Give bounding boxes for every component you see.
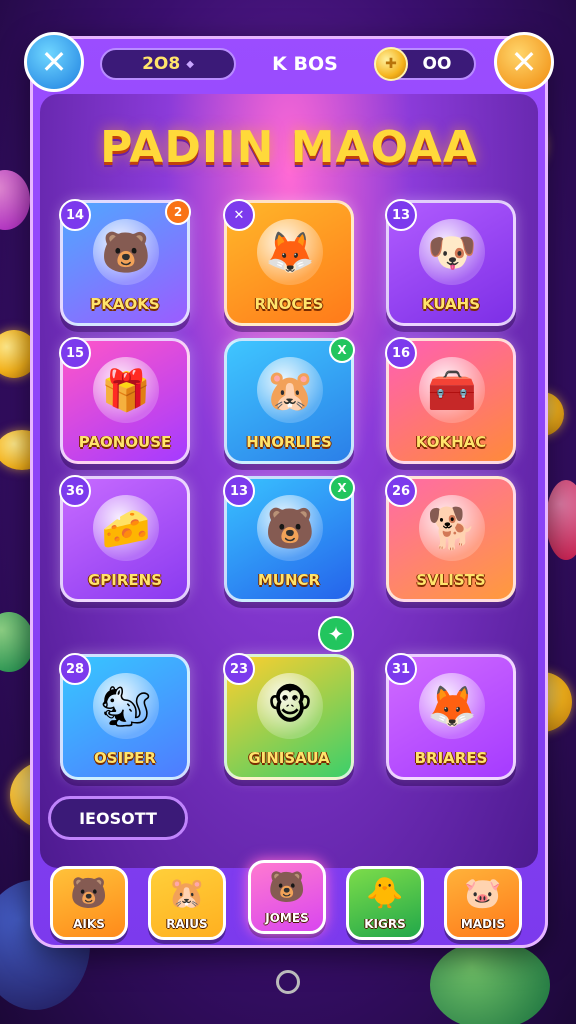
level-tile[interactable]: 15 🎁 PAONOUSE <box>59 337 190 464</box>
game-panel: ✕ 2O8 ◆ K BOS ✚ OO ✕ PADIIN MAOAA 14 2 🐻 PK… <box>24 32 554 948</box>
background-balloon <box>0 612 34 672</box>
score-value: 2O8 <box>142 54 181 74</box>
level-tile[interactable]: ✕ 🦊 RNOCES <box>223 199 354 326</box>
level-badge: 36 <box>59 475 91 507</box>
level-tile[interactable]: 28 🐿 OSIPER <box>59 653 190 780</box>
coin-value: OO <box>422 54 452 74</box>
level-badge: 31 <box>385 653 417 685</box>
nav-item[interactable]: 🐹 RAIUS <box>148 866 226 940</box>
bottom-ribbon: IEOSOTT <box>48 796 188 840</box>
level-tile[interactable]: 14 2 🐻 PKAOKS <box>59 199 191 326</box>
squirrel-icon: 🐿 <box>93 673 159 739</box>
monkey-icon: 🐵 <box>257 673 323 739</box>
level-label: GPIRENS <box>87 571 163 589</box>
level-tile[interactable]: 31 🦊 BRIARES <box>385 653 516 780</box>
bear-face-icon: 🐻 <box>70 875 108 911</box>
corner-badge: 2 <box>165 199 191 225</box>
mole-icon: 🐻 <box>257 495 323 561</box>
fox-icon: 🦊 <box>257 219 323 285</box>
sparkle-icon[interactable]: ✦ <box>318 616 354 652</box>
hamster-face-icon: 🐹 <box>168 875 206 911</box>
caret-icon: ◆ <box>186 58 194 70</box>
level-label: KOKHAC <box>415 433 487 451</box>
level-tile[interactable]: 23 🐵 GINISAUA <box>223 653 354 780</box>
game-title: PADIIN MAOAA <box>100 122 478 173</box>
home-indicator[interactable] <box>276 970 300 994</box>
mole-face-icon: 🐻 <box>268 869 306 905</box>
level-badge: 23 <box>223 653 255 685</box>
level-badge: ✕ <box>223 199 255 231</box>
level-badge: 13 <box>385 199 417 231</box>
level-label: GINISAUA <box>248 749 330 767</box>
fox-cub-icon: 🦊 <box>419 673 485 739</box>
level-label: RNOCES <box>254 295 324 313</box>
hamster-icon: 🐹 <box>257 357 323 423</box>
background-balloon <box>546 480 576 560</box>
pig-face-icon: 🐷 <box>464 875 502 911</box>
blocks-icon: 🐶 <box>419 219 485 285</box>
top-bar: ✕ 2O8 ◆ K BOS ✚ OO ✕ <box>24 32 554 98</box>
cheese-icon: 🧀 <box>93 495 159 561</box>
nav-label: RAIUS <box>166 917 208 931</box>
background-balloon <box>430 940 550 1024</box>
level-tile[interactable]: X 🐹 HNORLIES <box>224 337 355 464</box>
level-tile[interactable]: 26 🐕 SVLISTS <box>385 475 516 602</box>
bottom-nav: 🐻 AIKS 🐹 RAIUS 🐻 JOMES 🐥 KIGRS 🐷 MADIS <box>46 860 532 944</box>
level-tile[interactable]: 13 🐶 KUAHS <box>385 199 516 326</box>
nav-label: MADIS <box>460 917 506 931</box>
corner-badge: X <box>329 337 355 363</box>
level-label: OSIPER <box>94 749 156 767</box>
gift-icon: 🎁 <box>93 357 159 423</box>
cross-icon: ✕ <box>510 43 538 81</box>
score-counter: 2O8 ◆ <box>100 48 236 80</box>
nav-item[interactable]: 🐷 MADIS <box>444 866 522 940</box>
chihuahua-icon: 🐕 <box>419 495 485 561</box>
nav-label: JOMES <box>265 911 309 925</box>
close-button[interactable]: ✕ <box>24 32 84 92</box>
chick-face-icon: 🐥 <box>366 875 404 911</box>
treasure-chest-icon: 🧰 <box>419 357 485 423</box>
nav-label: AIKS <box>73 917 105 931</box>
level-badge: 26 <box>385 475 417 507</box>
nav-item[interactable]: 🐻 AIKS <box>50 866 128 940</box>
close-icon: ✕ <box>40 43 68 81</box>
level-tile[interactable]: 36 🧀 GPIRENS <box>59 475 190 602</box>
background-balloon <box>0 170 30 230</box>
level-tile[interactable]: 16 🧰 KOKHAC <box>385 337 516 464</box>
level-label: MUNCR <box>257 571 321 589</box>
level-label: SVLISTS <box>416 571 486 589</box>
level-label: BRIARES <box>414 749 488 767</box>
level-label: HNORLIES <box>246 433 332 451</box>
level-grid: 14 2 🐻 PKAOKS ✕ 🦊 RNOCES 13 🐶 KUAHS 15 🎁 PAONOUSE X 🐹 H… <box>58 198 520 780</box>
header-label: K BOS <box>272 53 338 75</box>
level-badge: 16 <box>385 337 417 369</box>
nav-item[interactable]: 🐻 JOMES <box>248 860 326 934</box>
nav-item[interactable]: 🐥 KIGRS <box>346 866 424 940</box>
level-label: PAONOUSE <box>78 433 172 451</box>
nav-label: KIGRS <box>364 917 406 931</box>
corner-badge: X <box>329 475 355 501</box>
coin-counter: ✚ OO <box>374 47 476 81</box>
coin-icon: ✚ <box>374 47 408 81</box>
level-badge: 28 <box>59 653 91 685</box>
level-label: PKAOKS <box>90 295 160 313</box>
level-tile[interactable]: 13 X 🐻 MUNCR <box>223 475 355 602</box>
level-badge: 13 <box>223 475 255 507</box>
bear-icon: 🐻 <box>93 219 159 285</box>
level-badge: 14 <box>59 199 91 231</box>
settings-x-button[interactable]: ✕ <box>494 32 554 92</box>
level-badge: 15 <box>59 337 91 369</box>
level-label: KUAHS <box>421 295 481 313</box>
